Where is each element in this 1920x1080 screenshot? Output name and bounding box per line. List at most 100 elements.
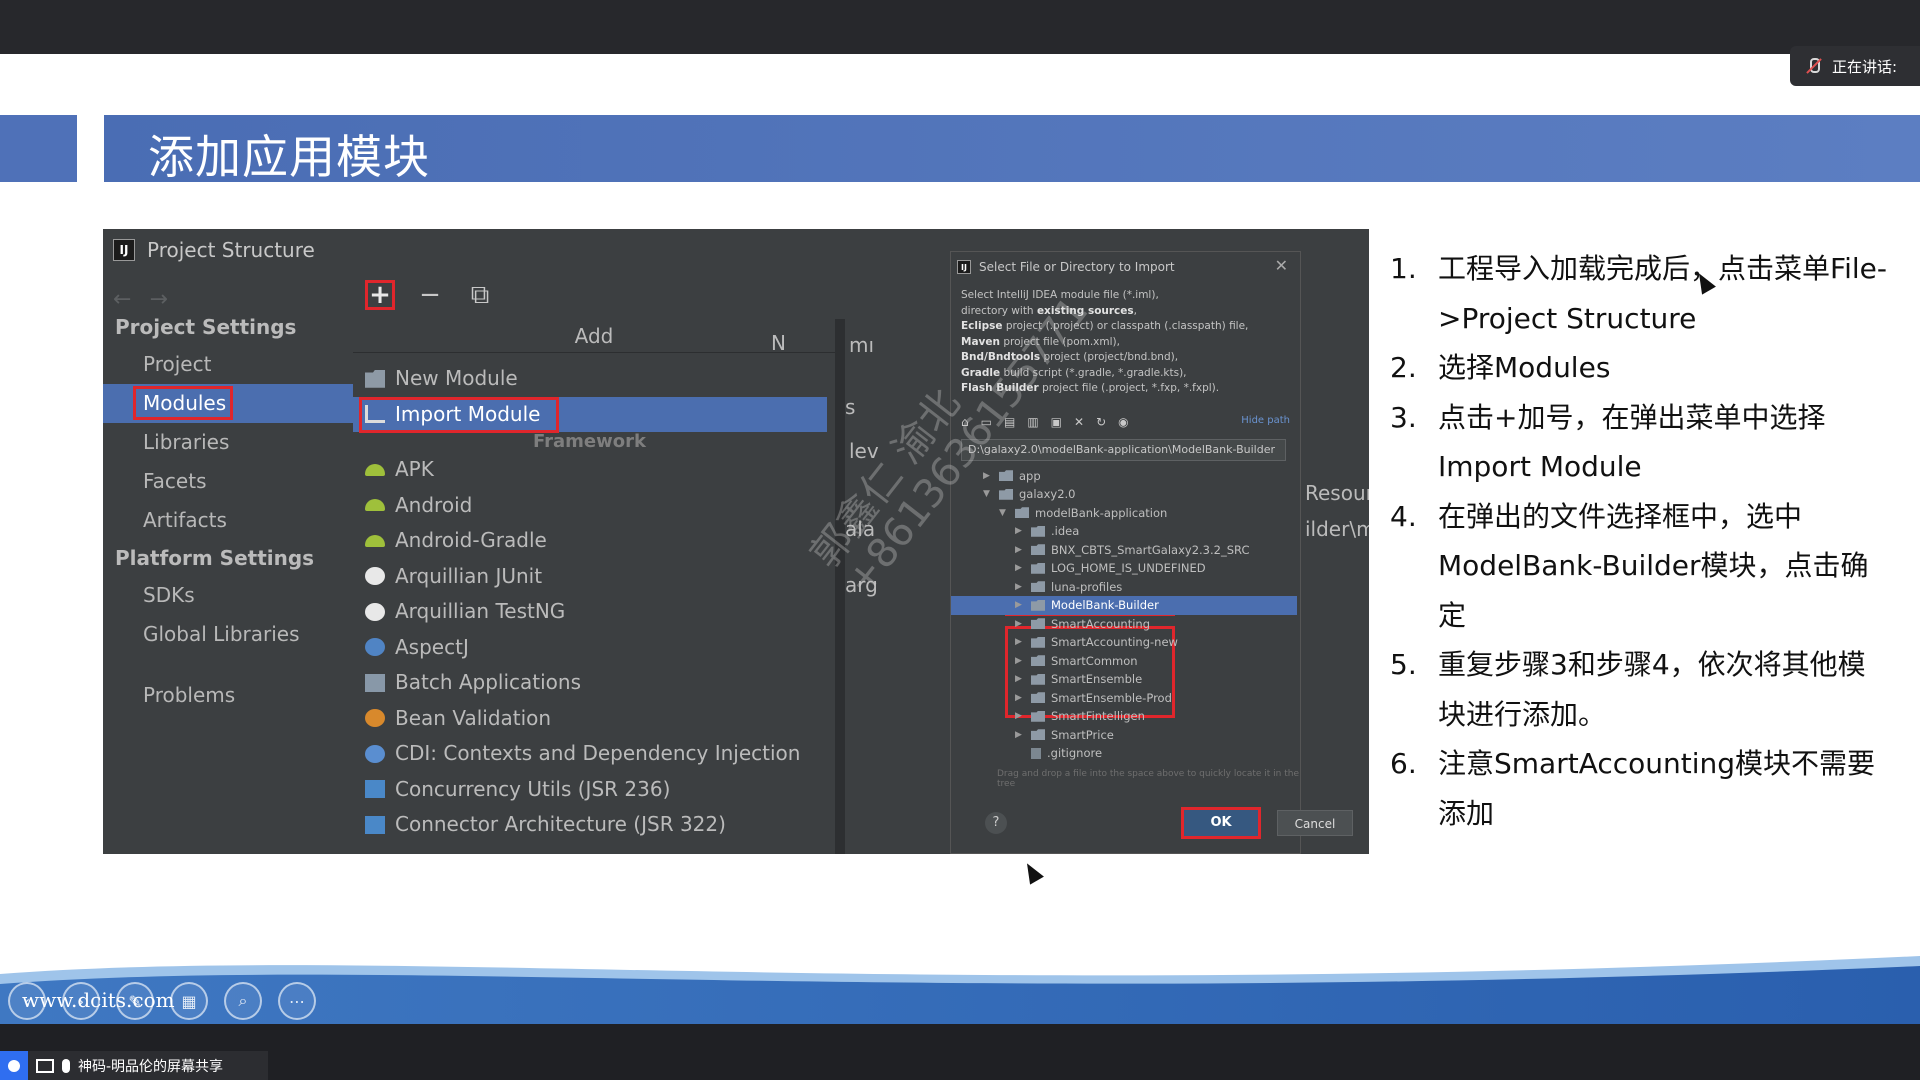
tree-node[interactable]: ▶ app: [961, 467, 1300, 486]
sidebar-item-libraries[interactable]: Libraries: [103, 423, 353, 462]
bg-fragment: Resour: [1305, 481, 1369, 505]
chevron-right-icon[interactable]: ▶: [1015, 707, 1025, 726]
chevron-down-icon[interactable]: ▼: [983, 485, 993, 504]
tree-node[interactable]: ▼ galaxy2.0: [961, 485, 1300, 504]
speaking-label: 正在讲话:: [1832, 57, 1898, 76]
tree-node[interactable]: ▶ .idea: [961, 522, 1300, 541]
menu-item-framework[interactable]: Batch Applications: [353, 665, 835, 701]
step-number: 2.: [1390, 351, 1417, 384]
desc-line: Gradle build script (*.gradle, *.gradle.…: [961, 366, 1187, 379]
project-icon[interactable]: ▤: [1004, 415, 1015, 429]
help-button[interactable]: ?: [985, 812, 1007, 834]
tree-node[interactable]: ▶ SmartAccounting: [961, 615, 1300, 634]
sidebar-item-artifacts[interactable]: Artifacts: [103, 501, 353, 540]
tree-node[interactable]: ▶ SmartAccounting-new: [961, 633, 1300, 652]
menu-item-framework[interactable]: Arquillian TestNG: [353, 594, 835, 630]
menu-item-framework[interactable]: APK: [353, 452, 835, 488]
more-icon[interactable]: ⋯: [278, 982, 316, 1020]
chevron-right-icon[interactable]: ▶: [1015, 559, 1025, 578]
menu-item-framework[interactable]: Android-Gradle: [353, 523, 835, 559]
menu-item-label: Android: [395, 492, 473, 517]
screen-share-indicator[interactable]: 神码-明品伦的屏幕共享: [0, 1051, 268, 1080]
tree-node[interactable]: ▶ SmartPrice: [961, 726, 1300, 745]
intellij-logo-icon: IJ: [957, 260, 971, 274]
window-title: Project Structure: [147, 238, 315, 262]
add-button[interactable]: +: [365, 280, 395, 310]
chevron-right-icon[interactable]: ▶: [1015, 522, 1025, 541]
home-icon[interactable]: ⌂: [961, 415, 969, 429]
menu-item-framework[interactable]: Android: [353, 488, 835, 524]
tree-node[interactable]: ▶ SmartCommon: [961, 652, 1300, 671]
path-field[interactable]: D:\galaxy2.0\modelBank-application\Model…: [961, 438, 1286, 461]
hide-path-link[interactable]: Hide path: [1241, 415, 1290, 426]
folder-icon: [1031, 710, 1045, 722]
project-structure-sidebar: Project Settings Project Modules Librari…: [103, 309, 353, 854]
folder-icon: [1031, 544, 1045, 556]
sidebar-item-global-libraries[interactable]: Global Libraries: [103, 615, 353, 654]
tree-node[interactable]: ▶ SmartEnsemble-Prod: [961, 689, 1300, 708]
tree-node[interactable]: ▶ SmartFintelligen: [961, 707, 1300, 726]
close-icon[interactable]: ✕: [1275, 256, 1288, 275]
tree-node-label: SmartAccounting-new: [1051, 635, 1178, 649]
menu-item-framework[interactable]: Concurrency Utils (JSR 236): [353, 772, 835, 808]
module-icon[interactable]: ▥: [1027, 415, 1038, 429]
cancel-button[interactable]: Cancel: [1277, 810, 1353, 836]
chevron-right-icon[interactable]: ▶: [1015, 726, 1025, 745]
step-text: 工程导入加载完成后，点击菜单File->Project Structure: [1438, 252, 1887, 335]
desktop-icon[interactable]: ▭: [981, 415, 992, 429]
tree-node-label: .gitignore: [1047, 746, 1103, 760]
tree-node[interactable]: ▶ LOG_HOME_IS_UNDEFINED: [961, 559, 1300, 578]
folder-icon: [999, 488, 1013, 500]
tree-node[interactable]: ▶ SmartEnsemble: [961, 670, 1300, 689]
copy-button[interactable]: ⧉: [465, 280, 495, 310]
menu-item-label: AspectJ: [395, 634, 469, 659]
menu-item-label: Bean Validation: [395, 705, 552, 730]
bg-fragment: ilder\m: [1305, 517, 1369, 541]
chevron-right-icon[interactable]: ▶: [1015, 615, 1025, 634]
menu-item-framework[interactable]: Connector Architecture (JSR 322): [353, 807, 835, 843]
chevron-right-icon[interactable]: ▶: [1015, 578, 1025, 597]
chevron-right-icon[interactable]: ▶: [983, 467, 993, 486]
refresh-icon[interactable]: ↻: [1096, 415, 1106, 429]
menu-item-label: Arquillian JUnit: [395, 563, 543, 588]
tree-node[interactable]: ▶ BNX_CBTS_SmartGalaxy2.3.2_SRC: [961, 541, 1300, 560]
show-hidden-icon[interactable]: ◉: [1118, 415, 1128, 429]
zoom-icon[interactable]: ⌕: [224, 982, 262, 1020]
menu-item-framework[interactable]: Arquillian JUnit: [353, 559, 835, 595]
tree-node[interactable]: ▶ ModelBank-Builder: [951, 596, 1297, 615]
step-item: 3. 点击+加号，在弹出菜单中选择Import Module: [1390, 393, 1890, 492]
tree-node[interactable]: .gitignore: [961, 744, 1300, 763]
sidebar-item-problems[interactable]: Problems: [103, 676, 353, 715]
step-item: 4. 在弹出的文件选择框中，选中ModelBank-Builder模块，点击确定: [1390, 492, 1890, 641]
chevron-right-icon[interactable]: ▶: [1015, 633, 1025, 652]
chevron-right-icon[interactable]: ▶: [1015, 652, 1025, 671]
sidebar-item-project[interactable]: Project: [103, 345, 353, 384]
chevron-down-icon[interactable]: ▼: [999, 504, 1009, 523]
delete-icon[interactable]: ✕: [1074, 415, 1084, 429]
chevron-right-icon[interactable]: ▶: [1015, 689, 1025, 708]
sidebar-item-sdks[interactable]: SDKs: [103, 576, 353, 615]
ok-button[interactable]: OK: [1181, 807, 1261, 839]
menu-item-new-module[interactable]: New Module: [353, 361, 835, 397]
bg-fragment: s: [845, 395, 856, 419]
sidebar-item-modules[interactable]: Modules: [103, 384, 353, 423]
tree-node[interactable]: ▶ luna-profiles: [961, 578, 1300, 597]
tree-node-label: .idea: [1051, 524, 1080, 538]
select-file-dialog: IJ Select File or Directory to Import ✕ …: [950, 251, 1353, 854]
menu-item-framework[interactable]: AspectJ: [353, 630, 835, 666]
chevron-right-icon[interactable]: ▶: [1015, 541, 1025, 560]
tree-node[interactable]: ▼ modelBank-application: [961, 504, 1300, 523]
slides-grid-icon[interactable]: ▦: [170, 982, 208, 1020]
step-number: 3.: [1390, 400, 1417, 434]
folder-icon: [999, 470, 1013, 482]
tree-node-label: SmartAccounting: [1051, 616, 1151, 631]
remove-button[interactable]: −: [415, 280, 445, 310]
folder-icon: [1031, 692, 1045, 704]
menu-item-framework[interactable]: CDI: Contexts and Dependency Injection: [353, 736, 835, 772]
sidebar-item-facets[interactable]: Facets: [103, 462, 353, 501]
chevron-right-icon[interactable]: ▶: [1015, 670, 1025, 689]
menu-item-framework[interactable]: Bean Validation: [353, 701, 835, 737]
new-folder-icon[interactable]: ▣: [1051, 415, 1062, 429]
chevron-right-icon[interactable]: ▶: [1015, 596, 1025, 615]
step-text: 点击+加号，在弹出菜单中选择Import Module: [1438, 400, 1826, 484]
